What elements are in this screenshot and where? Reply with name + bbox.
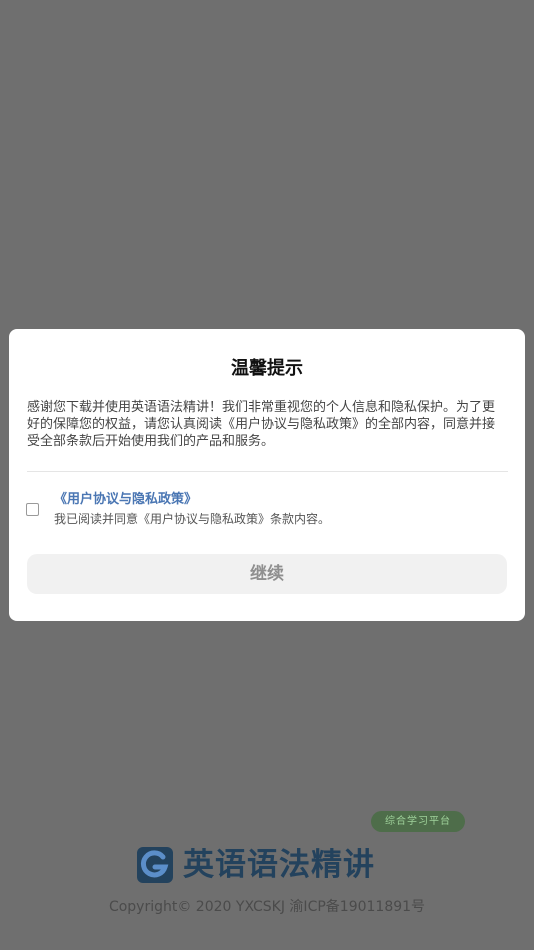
dialog-title: 温馨提示: [231, 358, 303, 379]
privacy-dialog: 温馨提示 感谢您下载并使用英语语法精讲！我们非常重视您的个人信息和隐私保护。为了…: [9, 329, 525, 621]
app-name: 英语语法精讲: [183, 847, 375, 883]
agreement-description: 我已阅读并同意《用户协议与隐私政策》条款内容。: [54, 512, 331, 526]
agree-checkbox[interactable]: [26, 503, 39, 516]
brand: 英语语法精讲: [137, 845, 375, 885]
divider: [27, 471, 508, 472]
g-logo-icon: [137, 847, 173, 883]
platform-badge: 综合学习平台: [371, 811, 465, 832]
agreement-link[interactable]: 《用户协议与隐私政策》: [54, 491, 197, 509]
copyright-text: Copyright© 2020 YXCSKJ 渝ICP备19011891号: [108, 899, 426, 915]
agreement-row: 《用户协议与隐私政策》 我已阅读并同意《用户协议与隐私政策》条款内容。: [26, 491, 508, 531]
continue-button[interactable]: 继续: [27, 554, 507, 594]
dialog-body-text: 感谢您下载并使用英语语法精讲！我们非常重视您的个人信息和隐私保护。为了更好的保障…: [27, 400, 496, 449]
